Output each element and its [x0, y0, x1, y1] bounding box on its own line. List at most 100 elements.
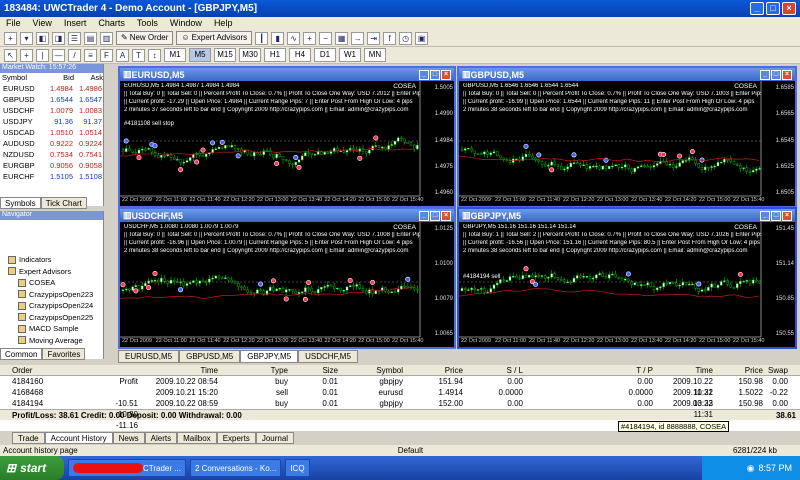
chart-minimize-button[interactable]: _	[760, 69, 770, 80]
tab-account-history[interactable]: Account History	[44, 432, 113, 444]
task-icq[interactable]: ICQ	[285, 459, 310, 477]
tf-m15[interactable]: M15	[214, 48, 236, 62]
tab-alerts[interactable]: Alerts	[144, 432, 178, 444]
tab-trade[interactable]: Trade	[12, 432, 45, 444]
terminal-col-header[interactable]: Time	[142, 365, 222, 376]
vertical-line-icon[interactable]: |	[36, 48, 49, 62]
market-watch-row[interactable]: EURUSD 1.4984 1.4986	[0, 83, 103, 94]
expert-advisors-button[interactable]: ☺ Expert Advisors	[176, 31, 253, 45]
tf-d1[interactable]: D1	[314, 48, 336, 62]
table-row[interactable]: 4184160 2009.10.22 08:54 buy 0.01 gbpjpy 151.…	[0, 376, 800, 408]
chart-minimize-button[interactable]: _	[760, 210, 770, 221]
tab-news[interactable]: News	[112, 432, 145, 444]
chart-close-button[interactable]: ×	[441, 210, 451, 221]
chart-maximize-button[interactable]: □	[430, 69, 440, 80]
tab-common[interactable]: Common	[0, 348, 43, 360]
zoom-in-icon[interactable]: +	[303, 31, 317, 45]
col-bid[interactable]: Bid	[46, 73, 75, 83]
navigator-item[interactable]: CrazypipsOpen224	[0, 300, 103, 312]
chart-close-button[interactable]: ×	[782, 69, 792, 80]
terminal-col-header[interactable]: T / P	[527, 365, 657, 376]
channel-icon[interactable]: ≡	[84, 48, 97, 62]
chart-tab-gbpusd[interactable]: GBPUSD,M5	[179, 350, 241, 363]
menu-window[interactable]: Window	[170, 18, 202, 29]
new-order-button[interactable]: ✎ New Order	[116, 31, 174, 45]
profiles-icon[interactable]: ▾	[20, 31, 33, 45]
text-icon[interactable]: A	[116, 48, 129, 62]
tray-icon[interactable]: ◉	[747, 463, 755, 474]
market-watch-row[interactable]: USDCHF 1.0079 1.0083	[0, 105, 103, 116]
terminal-col-header[interactable]: Type	[222, 365, 292, 376]
periods-icon[interactable]: ◷	[399, 31, 413, 45]
bar-chart-icon[interactable]: ┃	[255, 31, 269, 45]
navigator-item[interactable]: MACD Sample	[0, 323, 103, 335]
chart-tab-gbpjpy[interactable]: GBPJPY,M5	[240, 350, 299, 363]
terminal-col-header[interactable]: Time	[657, 365, 717, 376]
task-ctrader[interactable]: CTrader ...	[68, 459, 186, 477]
chart-title-bar[interactable]: ▥ GBPJPY,M5 _ □ ×	[459, 209, 795, 222]
tf-m5[interactable]: M5	[189, 48, 211, 62]
navigator-item[interactable]: CrazypipsOpen223	[0, 289, 103, 301]
clock[interactable]: 8:57 PM	[758, 463, 792, 473]
indicators-icon[interactable]: f	[383, 31, 397, 45]
tab-experts[interactable]: Experts	[216, 432, 256, 444]
navigator-icon[interactable]: ☰	[68, 31, 81, 45]
navigator-item[interactable]: Moving Average	[0, 335, 103, 347]
trendline-icon[interactable]: /	[68, 48, 81, 62]
chart-title-bar[interactable]: ▥ USDCHF,M5 _ □ ×	[120, 209, 454, 222]
terminal-col-header[interactable]: Order	[12, 365, 142, 376]
chart-close-button[interactable]: ×	[441, 69, 451, 80]
fibonacci-icon[interactable]: F	[100, 48, 113, 62]
menu-help[interactable]: Help	[214, 18, 233, 29]
market-watch-row[interactable]: EURCHF 1.5105 1.5108	[0, 171, 103, 182]
chart-window[interactable]: ▥ GBPUSD,M5 _ □ × GBPUSD,M5 1.6546 1.6546 1.…	[457, 66, 797, 208]
chart-body[interactable]: EURUSD,M5 1.4984 1.4987 1.4984 1.4984 || …	[120, 81, 454, 206]
line-chart-icon[interactable]: ∿	[287, 31, 301, 45]
tester-icon[interactable]: ▥	[100, 31, 113, 45]
chart-shift-icon[interactable]: ⇥	[367, 31, 381, 45]
crosshair-icon[interactable]: +	[20, 48, 33, 62]
tile-windows-icon[interactable]: ▦	[335, 31, 349, 45]
chart-tab-usdchf[interactable]: USDCHF,M5	[298, 350, 358, 363]
market-watch-icon[interactable]: ◧	[36, 31, 49, 45]
chart-title-bar[interactable]: ▥ EURUSD,M5 _ □ ×	[120, 68, 454, 81]
tf-h1[interactable]: H1	[264, 48, 286, 62]
terminal-col-header[interactable]: Symbol	[342, 365, 407, 376]
navigator-item[interactable]: COSEA	[0, 277, 103, 289]
chart-maximize-button[interactable]: □	[771, 69, 781, 80]
data-window-icon[interactable]: ◨	[52, 31, 65, 45]
label-icon[interactable]: T	[132, 48, 145, 62]
terminal-col-header[interactable]: Price	[407, 365, 467, 376]
tab-favorites[interactable]: Favorites	[42, 348, 86, 360]
maximize-button[interactable]: □	[766, 2, 780, 15]
tf-m30[interactable]: M30	[239, 48, 261, 62]
navigator-item[interactable]: Expert Advisors	[0, 266, 103, 278]
tf-w1[interactable]: W1	[339, 48, 361, 62]
close-button[interactable]: ×	[782, 2, 796, 15]
menu-view[interactable]: View	[33, 18, 52, 29]
templates-icon[interactable]: ▣	[415, 31, 429, 45]
tab-tick-chart[interactable]: Tick Chart	[40, 197, 87, 209]
navigator-item[interactable]: Indicators	[0, 254, 103, 266]
chart-maximize-button[interactable]: □	[771, 210, 781, 221]
chart-window[interactable]: ▥ GBPJPY,M5 _ □ × GBPJPY,M5 151.16 151.16 15…	[457, 207, 797, 349]
menu-tools[interactable]: Tools	[137, 18, 158, 29]
candlestick-icon[interactable]: ▮	[271, 31, 285, 45]
minimize-button[interactable]: _	[750, 2, 764, 15]
market-watch-row[interactable]: NZDUSD 0.7534 0.7541	[0, 149, 103, 160]
tf-h4[interactable]: H4	[289, 48, 311, 62]
chart-window[interactable]: ▥ USDCHF,M5 _ □ × USDCHF,M5 1.0080 1.0080 1.…	[118, 207, 456, 349]
terminal-col-header[interactable]: S / L	[467, 365, 527, 376]
cursor-icon[interactable]: ↖	[4, 48, 17, 62]
chart-window[interactable]: ▥ EURUSD,M5 _ □ × EURUSD,M5 1.4984 1.4987 1.…	[118, 66, 456, 208]
chart-body[interactable]: USDCHF,M5 1.0080 1.0080 1.0079 1.0079 || …	[120, 222, 454, 347]
chart-title-bar[interactable]: ▥ GBPUSD,M5 _ □ ×	[459, 68, 795, 81]
col-ask[interactable]: Ask	[75, 73, 104, 83]
new-chart-icon[interactable]: +	[4, 31, 17, 45]
tf-mn[interactable]: MN	[364, 48, 386, 62]
chart-body[interactable]: GBPUSD,M5 1.6546 1.6546 1.6544 1.6544 || …	[459, 81, 795, 206]
task-conversations[interactable]: 2 Conversations - Ko...	[189, 459, 282, 477]
table-row[interactable]: 4168468 2009.10.21 15:20 sell 0.01 eurusd 1.4…	[0, 387, 800, 419]
start-button[interactable]: ⊞ start	[0, 456, 64, 480]
market-watch-row[interactable]: GBPUSD 1.6544 1.6547	[0, 94, 103, 105]
